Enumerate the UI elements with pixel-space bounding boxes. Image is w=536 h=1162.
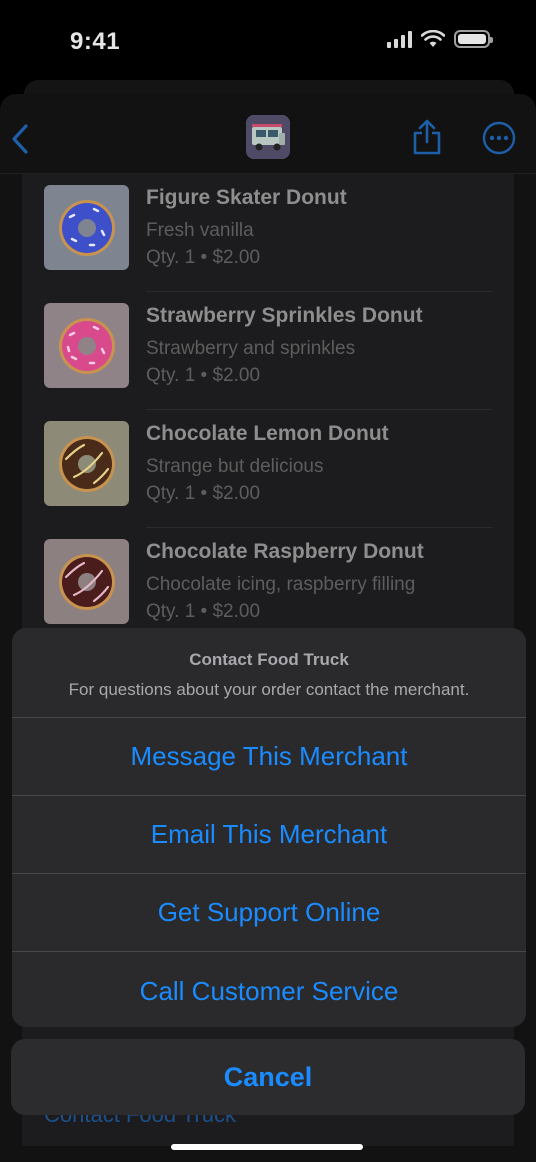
message-merchant-button[interactable]: Message This Merchant: [12, 718, 526, 796]
item-description: Strawberry and sprinkles: [146, 338, 356, 359]
donut-thumbnail: [44, 185, 129, 270]
item-quantity-price: Qty. 1 • $2.00: [146, 365, 261, 386]
cellular-signal-icon: [387, 30, 412, 48]
call-customer-service-button[interactable]: Call Customer Service: [12, 952, 526, 1027]
donut-thumbnail: [44, 539, 129, 624]
action-sheet-header: Contact Food Truck For questions about y…: [12, 628, 526, 718]
back-chevron-icon[interactable]: [8, 122, 32, 156]
cancel-button[interactable]: Cancel: [11, 1039, 525, 1115]
food-truck-logo: [246, 115, 290, 159]
donut-thumbnail: [44, 421, 129, 506]
email-merchant-button[interactable]: Email This Merchant: [12, 796, 526, 874]
item-description: Strange but delicious: [146, 456, 324, 477]
item-quantity-price: Qty. 1 • $2.00: [146, 247, 261, 268]
item-quantity-price: Qty. 1 • $2.00: [146, 483, 261, 504]
donut-thumbnail: [44, 303, 129, 388]
item-name: Chocolate Raspberry Donut: [146, 540, 424, 563]
order-item: Figure Skater Donut Fresh vanilla Qty. 1…: [44, 174, 492, 292]
item-description: Fresh vanilla: [146, 220, 254, 241]
battery-icon: [454, 30, 493, 48]
status-bar: 9:41: [0, 0, 536, 82]
order-item: Chocolate Lemon Donut Strange but delici…: [44, 410, 492, 528]
order-item: Strawberry Sprinkles Donut Strawberry an…: [44, 292, 492, 410]
item-description: Chocolate icing, raspberry filling: [146, 574, 416, 595]
item-quantity-price: Qty. 1 • $2.00: [146, 601, 261, 622]
home-indicator[interactable]: [171, 1144, 363, 1150]
status-time: 9:41: [70, 28, 121, 55]
item-name: Strawberry Sprinkles Donut: [146, 304, 423, 327]
action-sheet-title: Contact Food Truck: [189, 650, 349, 669]
wifi-icon: [421, 30, 445, 47]
more-options-icon[interactable]: [482, 121, 516, 155]
get-support-online-button[interactable]: Get Support Online: [12, 874, 526, 952]
status-icons: [387, 30, 493, 48]
contact-action-sheet: Contact Food Truck For questions about y…: [12, 628, 526, 1027]
share-icon[interactable]: [412, 118, 442, 156]
item-name: Figure Skater Donut: [146, 186, 347, 209]
action-sheet-message: For questions about your order contact t…: [68, 680, 470, 699]
item-name: Chocolate Lemon Donut: [146, 422, 389, 445]
